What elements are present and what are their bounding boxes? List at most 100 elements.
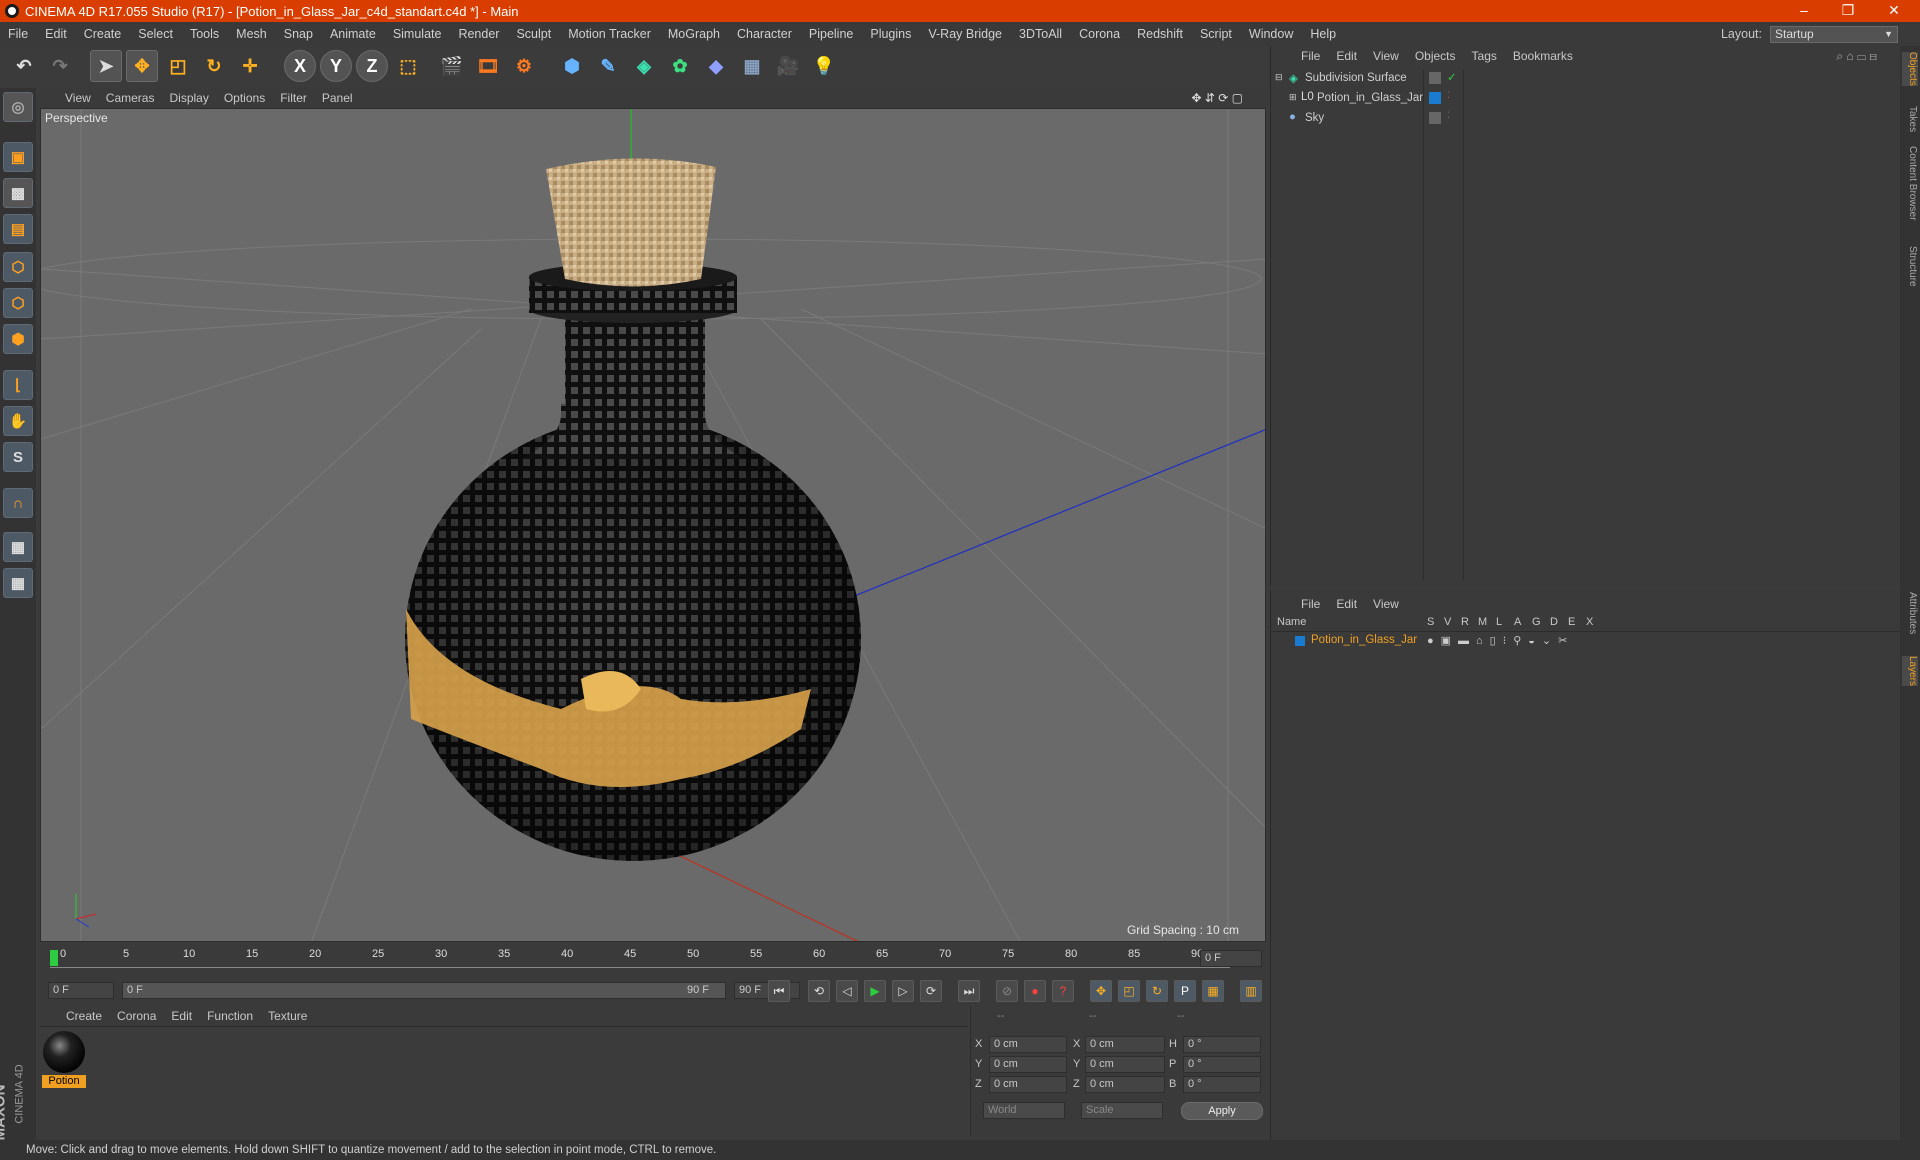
size-z-field[interactable]: 0 cm [1085, 1076, 1165, 1093]
visibility-dots-icon[interactable]: ⁚ [1447, 110, 1450, 121]
layer-tag-icon[interactable] [1429, 112, 1441, 124]
om-menu-file[interactable]: File [1301, 49, 1320, 63]
previous-frame-icon[interactable]: ◁ [836, 980, 858, 1002]
lm-menu-edit[interactable]: Edit [1336, 597, 1357, 611]
camera-icon[interactable]: 🎥 [772, 50, 804, 82]
coordinate-system-icon[interactable]: ⬚ [392, 50, 424, 82]
position-y-field[interactable]: 0 cm [989, 1056, 1067, 1073]
minimize-button[interactable]: – [1782, 0, 1826, 22]
position-x-field[interactable]: 0 cm [989, 1036, 1067, 1053]
transform-icon[interactable]: ✛ [234, 50, 266, 82]
deformer-icon[interactable]: ◆ [700, 50, 732, 82]
menu-mograph[interactable]: MoGraph [668, 27, 720, 41]
edit-render-settings-icon[interactable]: ⚙ [508, 50, 540, 82]
menu-window[interactable]: Window [1249, 27, 1293, 41]
tab-layers[interactable]: Layers [1902, 656, 1918, 687]
vp-menu-options[interactable]: Options [224, 91, 265, 105]
subdivision-icon[interactable]: ◈ [628, 50, 660, 82]
go-to-end-icon[interactable]: ⏭ [958, 980, 980, 1002]
lm-menu-view[interactable]: View [1373, 597, 1399, 611]
menu-3dtoall[interactable]: 3DToAll [1019, 27, 1062, 41]
om-menu-view[interactable]: View [1373, 49, 1399, 63]
vp-menu-cameras[interactable]: Cameras [106, 91, 155, 105]
next-key-icon[interactable]: ⟳ [920, 980, 942, 1002]
menu-snap[interactable]: Snap [284, 27, 313, 41]
viewport-nav-icons[interactable]: ✥ ⇵ ⟳ ▢ [1191, 91, 1243, 105]
om-menu-edit[interactable]: Edit [1336, 49, 1357, 63]
menu-tools[interactable]: Tools [190, 27, 219, 41]
object-row-sky[interactable]: ● Sky ⁚ [1271, 110, 1901, 128]
collapse-icon[interactable]: ⊟ [1275, 72, 1283, 83]
om-menu-objects[interactable]: Objects [1415, 49, 1456, 63]
grid-orbit-icon[interactable]: ▦ [3, 568, 33, 598]
tab-structure[interactable]: Structure [1902, 246, 1918, 287]
vp-menu-view[interactable]: View [65, 91, 91, 105]
menu-render[interactable]: Render [458, 27, 499, 41]
workplane-icon[interactable]: ▤ [3, 214, 33, 244]
material-swatch-potion[interactable]: Potion [42, 1031, 86, 1089]
mat-menu-function[interactable]: Function [207, 1009, 253, 1023]
floor-icon[interactable]: ▦ [736, 50, 768, 82]
rotation-b-field[interactable]: 0 ° [1183, 1076, 1261, 1093]
key-rotation-icon[interactable]: ↻ [1146, 980, 1168, 1002]
layer-tag-icon[interactable] [1429, 72, 1441, 84]
edges-mode-icon[interactable]: ⬡ [3, 288, 33, 318]
menu-motion-tracker[interactable]: Motion Tracker [568, 27, 651, 41]
axis-mode-icon[interactable]: ⌊ [3, 370, 33, 400]
next-frame-icon[interactable]: ▷ [892, 980, 914, 1002]
magnet-icon[interactable]: ∩ [3, 488, 33, 518]
current-frame-field[interactable]: 0 F [1200, 950, 1262, 967]
menu-script[interactable]: Script [1200, 27, 1232, 41]
mat-menu-texture[interactable]: Texture [268, 1009, 307, 1023]
rotation-p-field[interactable]: 0 ° [1183, 1056, 1261, 1073]
restore-button[interactable]: ❐ [1826, 0, 1870, 22]
om-menu-bookmarks[interactable]: Bookmarks [1513, 49, 1573, 63]
menu-corona[interactable]: Corona [1079, 27, 1120, 41]
frame-range-slider[interactable]: 0 F 90 F [122, 982, 726, 999]
previous-key-icon[interactable]: ⟲ [808, 980, 830, 1002]
snap-s-icon[interactable]: S [3, 442, 33, 472]
end-frame-field[interactable]: 90 F [734, 982, 800, 999]
texture-mode-icon[interactable]: ▩ [3, 178, 33, 208]
menu-sculpt[interactable]: Sculpt [516, 27, 551, 41]
select-icon[interactable]: ➤ [90, 50, 122, 82]
visibility-dots-icon[interactable]: ⁚ [1447, 90, 1450, 101]
auto-key-icon[interactable]: ? [1052, 980, 1074, 1002]
position-z-field[interactable]: 0 cm [989, 1076, 1067, 1093]
key-position-icon[interactable]: ✥ [1090, 980, 1112, 1002]
start-frame-field[interactable]: 0 F [48, 982, 114, 999]
grid-lock-icon[interactable]: ▦ [3, 532, 33, 562]
tab-objects[interactable]: Objects [1902, 52, 1918, 86]
menu-help[interactable]: Help [1310, 27, 1336, 41]
size-y-field[interactable]: 0 cm [1085, 1056, 1165, 1073]
keyframe-selection-icon[interactable]: ⊘ [996, 980, 1018, 1002]
rotate-icon[interactable]: ↻ [198, 50, 230, 82]
tab-takes[interactable]: Takes [1902, 106, 1918, 132]
layer-row[interactable]: Potion_in_Glass_Jar ●▣▬⌂▯⁝⚲◒⌄✂ [1271, 634, 1901, 650]
points-mode-icon[interactable]: ⬡ [3, 252, 33, 282]
mat-menu-create[interactable]: Create [66, 1009, 102, 1023]
model-mode-icon[interactable]: ▣ [3, 142, 33, 172]
key-pla-icon[interactable]: ▦ [1202, 980, 1224, 1002]
tweak-icon[interactable]: ✋ [3, 406, 33, 436]
menu-mesh[interactable]: Mesh [236, 27, 267, 41]
menu-character[interactable]: Character [737, 27, 792, 41]
light-icon[interactable]: 💡 [808, 50, 840, 82]
menu-plugins[interactable]: Plugins [870, 27, 911, 41]
play-icon[interactable]: ▶ [864, 980, 886, 1002]
vp-menu-filter[interactable]: Filter [280, 91, 307, 105]
menu-pipeline[interactable]: Pipeline [809, 27, 853, 41]
coord-mode-dropdown[interactable]: Scale [1081, 1102, 1163, 1119]
vp-menu-panel[interactable]: Panel [322, 91, 353, 105]
coord-space-dropdown[interactable]: World [983, 1102, 1065, 1119]
menu-redshift[interactable]: Redshift [1137, 27, 1183, 41]
object-row-potion[interactable]: ⊞ L0 Potion_in_Glass_Jar ⁚ [1271, 90, 1901, 108]
record-icon[interactable]: ● [1024, 980, 1046, 1002]
menu-file[interactable]: File [8, 27, 28, 41]
key-scale-icon[interactable]: ◰ [1118, 980, 1140, 1002]
key-parameter-icon[interactable]: P [1174, 980, 1196, 1002]
undo-icon[interactable]: ↶ [8, 50, 40, 82]
menu-animate[interactable]: Animate [330, 27, 376, 41]
polygons-mode-icon[interactable]: ⬢ [3, 324, 33, 354]
redo-icon[interactable]: ↷ [44, 50, 76, 82]
